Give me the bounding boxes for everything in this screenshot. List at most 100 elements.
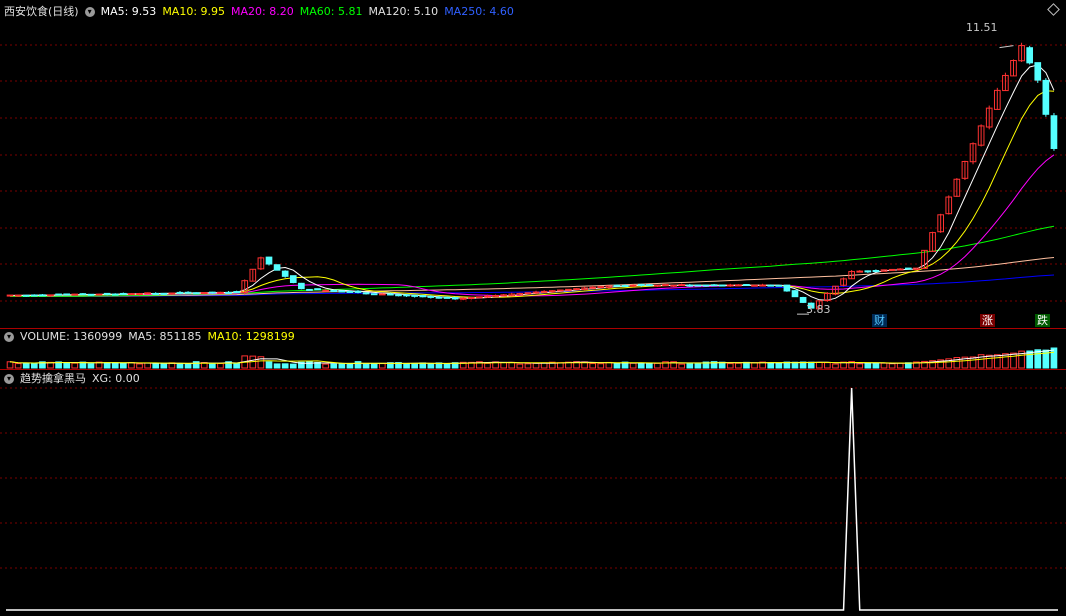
candle-body: [856, 270, 864, 273]
volume-bar: [6, 361, 14, 369]
marker-cai[interactable]: 财: [872, 314, 887, 327]
candle-body: [589, 286, 597, 289]
volume-bar: [654, 362, 661, 369]
stock-title: 西安饮食(日线): [4, 5, 79, 18]
marker-zhang[interactable]: 涨: [980, 314, 995, 327]
candle-body: [136, 293, 143, 296]
volume-bar: [524, 363, 532, 369]
volume-bar: [338, 363, 346, 369]
ma-line-ma120: [10, 257, 1055, 297]
high-arrow: [999, 45, 1014, 49]
volume-bar: [856, 363, 864, 369]
ma250-readout: MA250: 4.60: [444, 5, 514, 18]
candle-body: [888, 268, 896, 271]
candle-body: [128, 293, 135, 296]
candle-body: [14, 294, 22, 297]
candle-body: [759, 284, 766, 287]
ma10-readout: MA10: 9.95: [162, 5, 226, 18]
high-price-label: 11.51: [966, 21, 998, 34]
ma-line-ma20: [9, 154, 1055, 297]
candle-body: [338, 290, 346, 293]
candle-body: [200, 292, 208, 295]
candle-body: [678, 284, 686, 287]
volume-bar: [22, 362, 30, 369]
volume-bar: [160, 363, 168, 369]
candle-body: [451, 297, 459, 300]
candle-body: [152, 292, 160, 295]
candle-body: [306, 288, 313, 291]
candle-body: [39, 294, 46, 297]
volume-bar: [192, 361, 200, 369]
candle-body: [160, 292, 168, 295]
volume-bar: [265, 361, 273, 369]
volume-bar: [1002, 353, 1009, 369]
candle-body: [443, 296, 451, 299]
candle-body: [735, 284, 742, 287]
candle-body: [896, 268, 904, 271]
volume-bar: [751, 362, 758, 369]
candle-body: [273, 264, 281, 271]
xg-indicator-line: [6, 387, 1058, 611]
candle-body: [435, 296, 443, 299]
volume-bar: [103, 362, 111, 369]
volume-ma5-readout: MA5: 851185: [128, 330, 202, 343]
indicator-dropdown-icon[interactable]: ▾: [4, 374, 14, 384]
candle-body: [411, 294, 418, 297]
volume-bar: [637, 362, 645, 369]
candle-body: [209, 291, 216, 294]
candle-body: [710, 284, 718, 287]
volume-bar: [128, 362, 135, 369]
volume-bar: [767, 362, 775, 369]
candle-body: [298, 282, 305, 290]
volume-bar: [686, 362, 694, 369]
volume-bar: [605, 361, 613, 369]
volume-bar: [832, 363, 839, 369]
candle-body: [646, 284, 653, 287]
volume-bar: [233, 363, 240, 369]
candle-body: [548, 290, 556, 293]
volume-bar: [378, 363, 386, 369]
candle-body: [476, 296, 483, 299]
candle-body: [22, 294, 30, 297]
volume-bar: [281, 363, 289, 369]
candle-body: [168, 292, 176, 295]
pane-separator-bottom: [0, 369, 1066, 370]
candle-body: [144, 292, 151, 295]
candle-body: [751, 284, 758, 287]
volume-header: ▾ VOLUME: 1360999 MA5: 851185 MA10: 1298…: [4, 329, 301, 345]
volume-bar: [532, 362, 540, 369]
candle-body: [670, 284, 677, 287]
marker-die[interactable]: 跌: [1035, 314, 1050, 327]
main-chart-header: 西安饮食(日线) ▾ MA5: 9.53 MA10: 9.95 MA20: 8.…: [4, 4, 520, 20]
candle-body: [120, 292, 127, 295]
candle-body: [573, 288, 580, 291]
volume-bar: [807, 361, 815, 369]
volume-bar: [815, 361, 823, 369]
candle-body: [484, 295, 491, 298]
chart-canvas: [0, 42, 1066, 611]
volume-bar: [888, 363, 896, 369]
candle-body: [289, 275, 297, 283]
volume-ma10-readout: MA10: 1298199: [207, 330, 295, 343]
volume-bar: [589, 363, 597, 369]
indicator-header: ▾ 趋势擒拿黑马 XG: 0.00: [4, 371, 146, 387]
candle-body: [743, 284, 750, 287]
dropdown-circle-icon[interactable]: ▾: [84, 7, 95, 17]
candle-body: [459, 297, 467, 300]
candle-body: [791, 290, 799, 298]
volume-bar: [136, 363, 143, 369]
volume-dropdown-icon[interactable]: ▾: [4, 332, 14, 342]
volume-bar: [273, 363, 281, 369]
volume-bar: [30, 362, 38, 369]
volume-bar: [864, 362, 872, 369]
volume-bar: [370, 363, 378, 369]
volume-bar: [896, 362, 904, 369]
candle-body: [1050, 115, 1058, 149]
candle-body: [176, 291, 184, 294]
volume-bar: [726, 363, 734, 369]
volume-bar: [597, 363, 605, 369]
volume-bar: [484, 362, 491, 369]
volume-bar: [144, 362, 151, 369]
volume-bar: [985, 354, 993, 369]
candle-body: [621, 285, 629, 288]
